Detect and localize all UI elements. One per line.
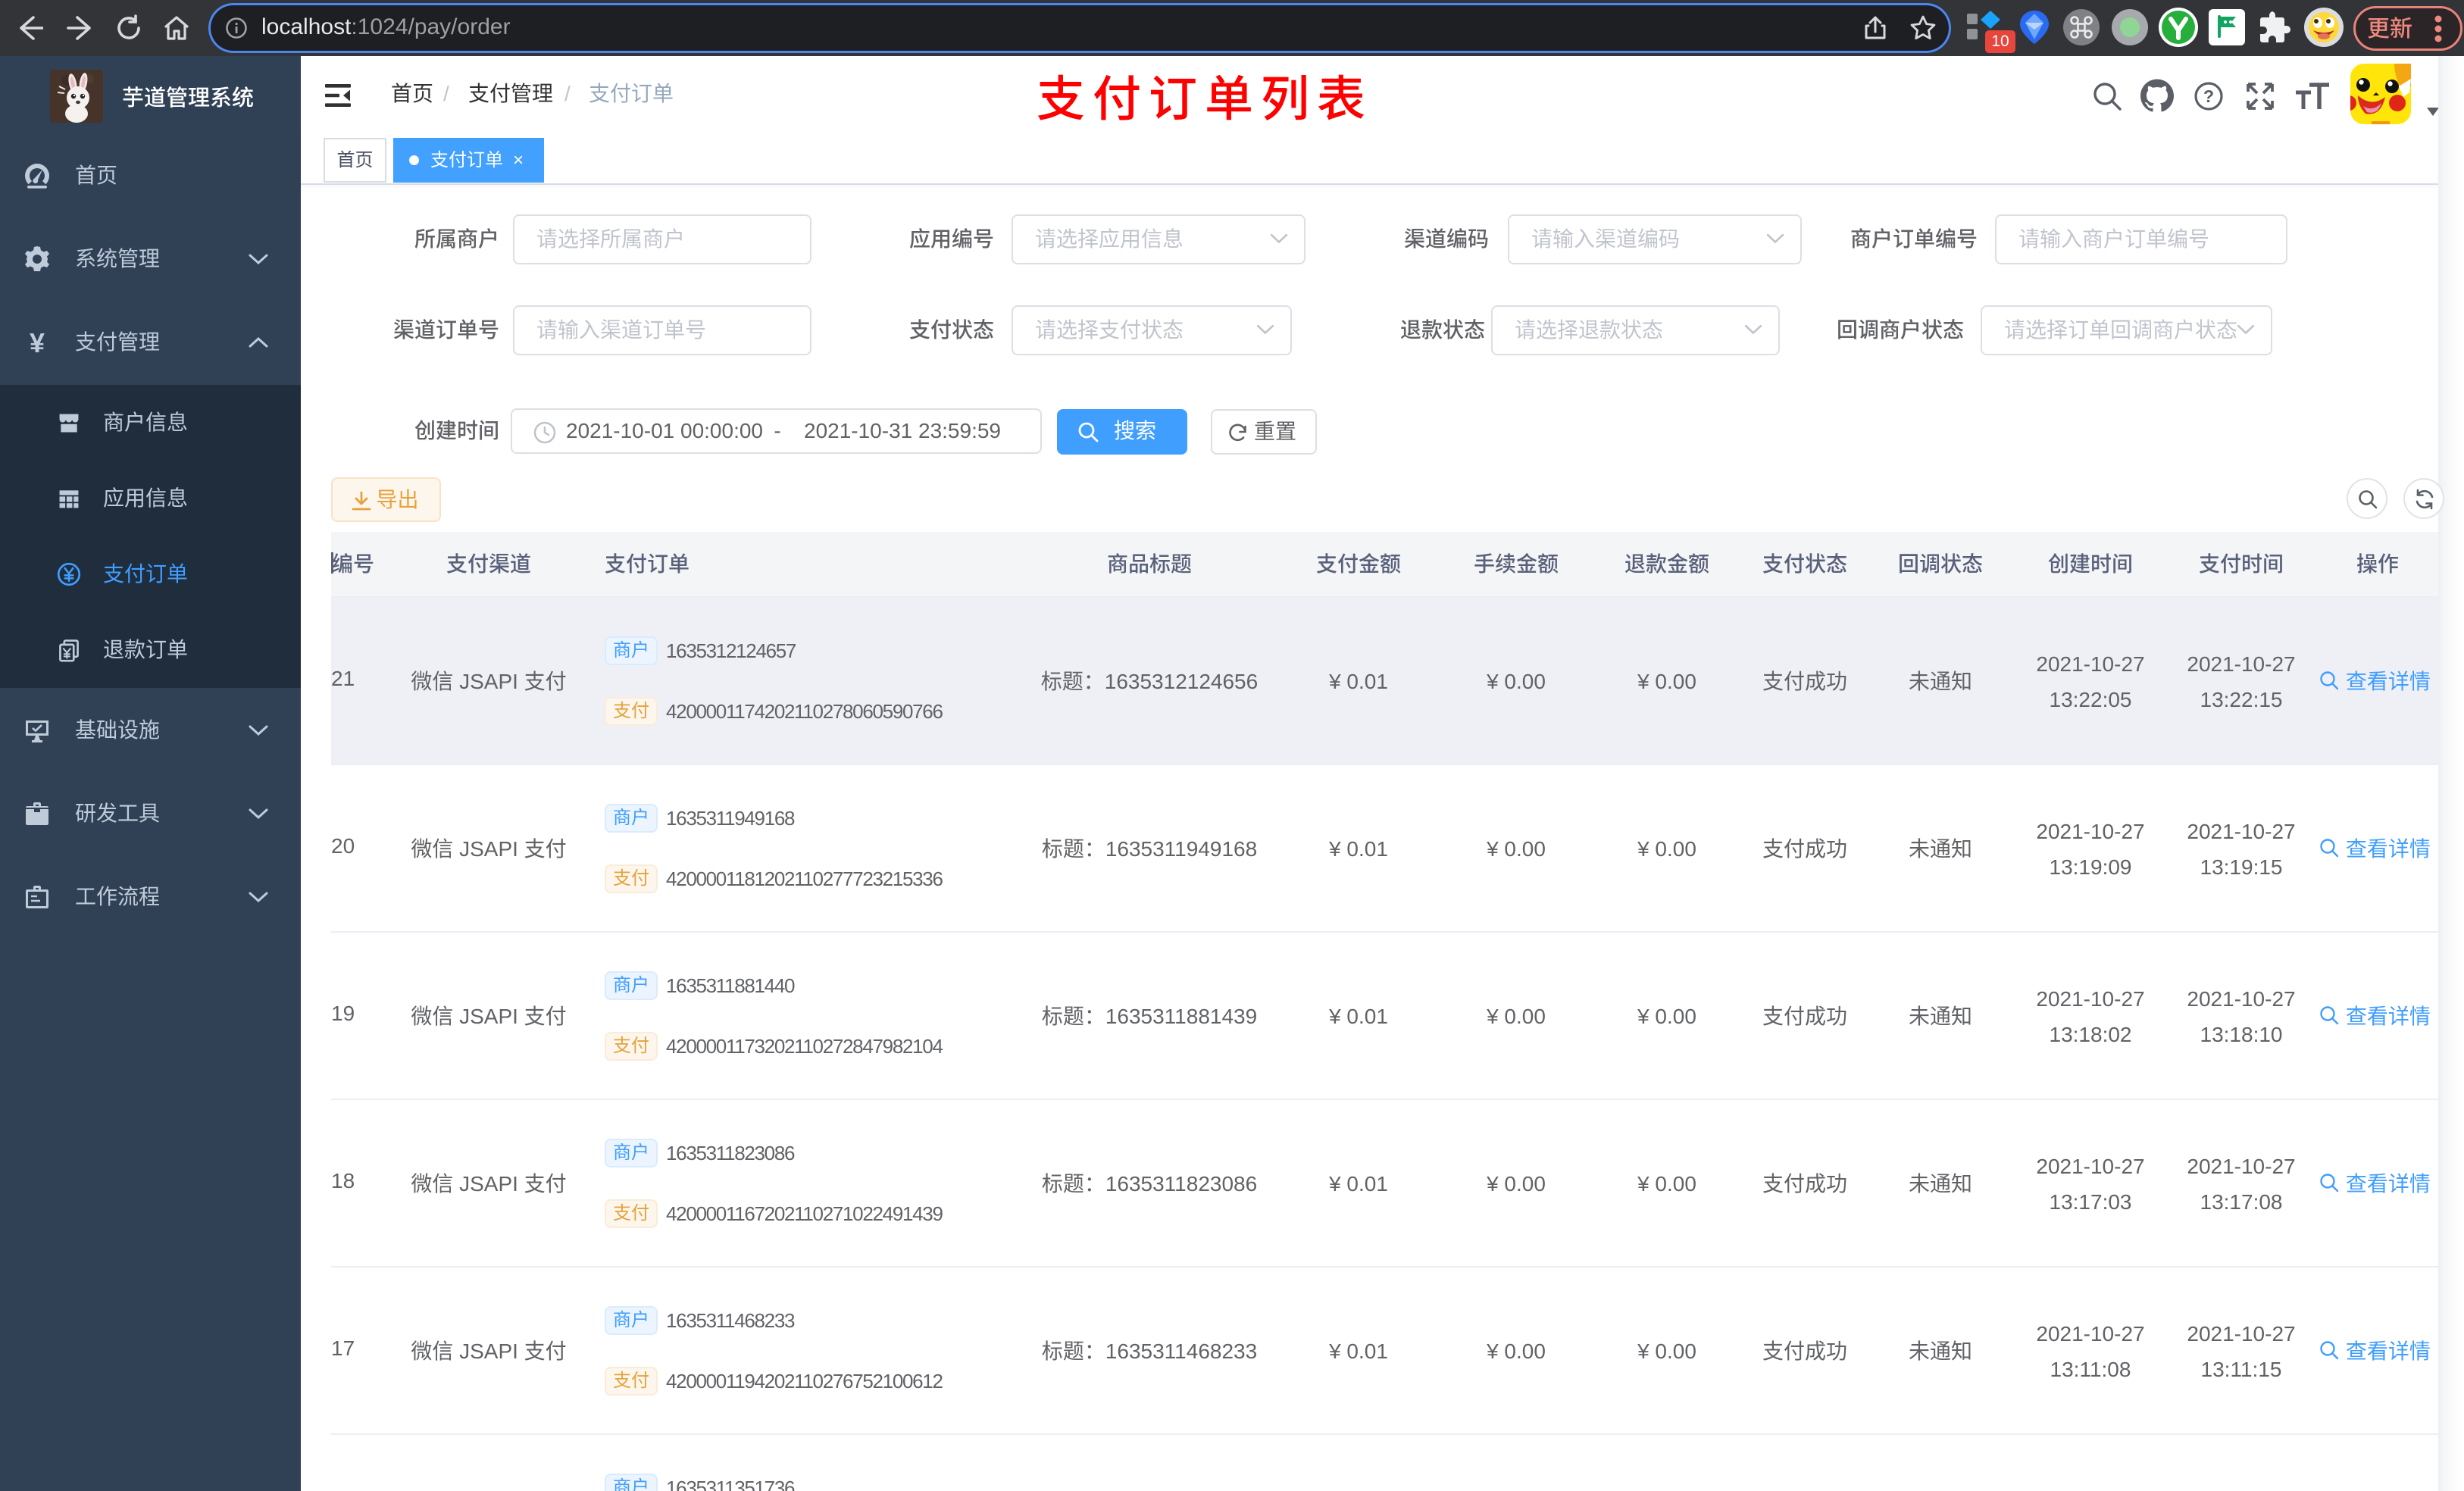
svg-text:¥: ¥ xyxy=(30,329,45,356)
svg-text:?: ? xyxy=(2203,86,2214,106)
